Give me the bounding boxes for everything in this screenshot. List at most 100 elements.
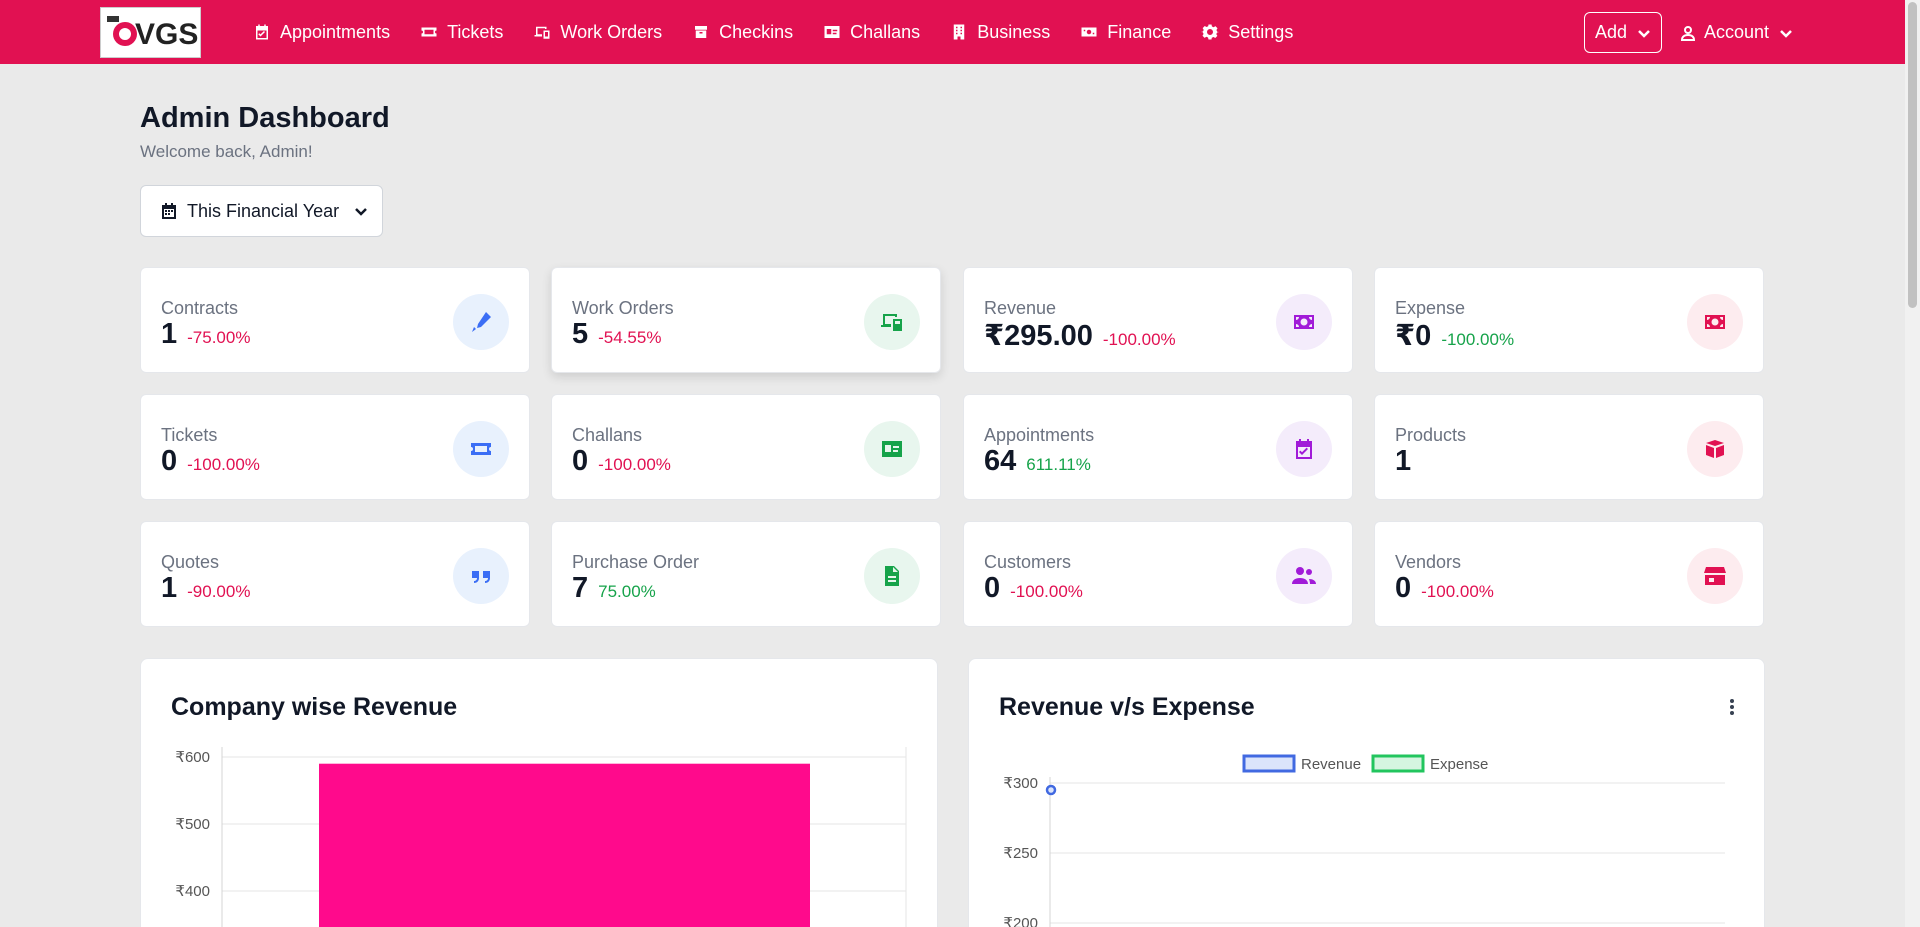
stat-value: ₹295.00 (984, 320, 1093, 352)
stat-card-work-orders[interactable]: Work Orders 5 -54.55% (551, 267, 941, 373)
revenue-bar[interactable] (319, 763, 810, 927)
legend-swatch-revenue[interactable] (1242, 754, 1296, 773)
id-card-icon (824, 26, 840, 38)
stat-label: Expense (1395, 298, 1466, 318)
stat-label: Contracts (161, 298, 239, 318)
main-nav: Appointments Tickets Work Orders Checkin… (253, 0, 1323, 64)
box-icon (695, 26, 708, 38)
legend-swatch-expense[interactable] (1371, 754, 1425, 773)
stat-value: 64 (984, 445, 1017, 477)
nav-label: Finance (1107, 21, 1172, 42)
stat-change: -90.00% (187, 582, 251, 601)
stat-label: Challans (572, 425, 643, 445)
stat-change: -100.00% (1102, 330, 1176, 349)
company-revenue-panel: Company wise Revenue ₹600 ₹500 ₹400 (140, 658, 938, 927)
nav-tickets[interactable]: Tickets (420, 22, 503, 43)
period-label: This Financial Year (187, 200, 340, 221)
top-navbar: VGS Appointments Tickets Work Orders Che… (0, 0, 1905, 64)
ticket-icon (453, 421, 509, 477)
nav-label: Checkins (719, 21, 794, 42)
gear-icon (1201, 24, 1220, 40)
legend-label-expense: Expense (1430, 756, 1488, 773)
stat-card-purchase-order[interactable]: Purchase Order 7 75.00% (551, 521, 941, 627)
stat-change: -100.00% (187, 455, 260, 474)
stat-label: Appointments (984, 425, 1095, 445)
stat-change: -75.00% (187, 328, 251, 347)
stat-value: 0 (572, 445, 589, 477)
devices-icon (534, 26, 550, 39)
stat-label: Revenue (984, 298, 1057, 318)
y-tick-label: ₹500 (175, 816, 210, 833)
company-revenue-chart: ₹600 ₹500 ₹400 (175, 747, 907, 927)
account-menu[interactable]: Account (1680, 12, 1793, 53)
nav-finance[interactable]: Finance (1080, 22, 1171, 43)
nav-checkins[interactable]: Checkins (692, 22, 793, 43)
stat-value: 0 (984, 572, 1001, 604)
period-filter-dropdown[interactable]: This Financial Year (140, 185, 383, 237)
stat-card-quotes[interactable]: Quotes 1 -90.00% (140, 521, 530, 627)
stat-change: -54.55% (598, 328, 662, 347)
y-tick-label: ₹250 (1003, 845, 1038, 862)
stat-change: -100.00% (598, 455, 671, 474)
devices-icon (864, 294, 920, 350)
calendar-check-icon (1276, 421, 1332, 477)
stat-value: ₹0 (1395, 320, 1432, 352)
stat-label: Work Orders (572, 298, 674, 318)
nav-label: Tickets (447, 21, 504, 42)
file-icon (864, 548, 920, 604)
stat-change: 611.11% (1026, 455, 1091, 474)
logo-text: VGS (135, 18, 198, 51)
company-logo[interactable]: VGS (100, 7, 201, 58)
stat-card-expense[interactable]: Expense ₹0 -100.00% (1374, 267, 1764, 373)
nav-label: Work Orders (560, 21, 663, 42)
money-icon (1081, 27, 1097, 37)
chevron-down-icon (1780, 29, 1792, 38)
nav-business[interactable]: Business (950, 22, 1050, 43)
user-icon (1680, 25, 1696, 41)
ticket-icon (421, 27, 437, 37)
scrollbar-thumb[interactable] (1908, 2, 1917, 308)
stat-change: -100.00% (1421, 582, 1494, 601)
nav-work-orders[interactable]: Work Orders (533, 22, 662, 43)
stat-card-challans[interactable]: Challans 0 -100.00% (551, 394, 941, 500)
stat-card-revenue[interactable]: Revenue ₹295.00 -100.00% (963, 267, 1353, 373)
add-dropdown-button[interactable]: Add (1584, 12, 1662, 53)
logo-image: VGS (107, 16, 198, 51)
nav-challans[interactable]: Challans (823, 22, 920, 43)
nav-appointments[interactable]: Appointments (253, 22, 390, 43)
quote-icon (453, 548, 509, 604)
page-scrollbar[interactable] (1905, 0, 1920, 927)
revenue-vs-expense-panel: Revenue v/s Expense Revenue Expense ₹300… (968, 658, 1765, 927)
stat-value: 7 (572, 572, 589, 604)
stat-label: Quotes (161, 552, 220, 572)
money-bill-icon (1687, 294, 1743, 350)
stat-change: -100.00% (1441, 330, 1515, 349)
nav-label: Settings (1228, 21, 1294, 42)
stat-card-tickets[interactable]: Tickets 0 -100.00% (140, 394, 530, 500)
calendar-icon (162, 203, 176, 219)
stat-label: Purchase Order (572, 552, 700, 572)
y-tick-label: ₹200 (1003, 915, 1038, 927)
stat-card-products[interactable]: Products 1 (1374, 394, 1764, 500)
page-title: Admin Dashboard (140, 102, 390, 134)
stat-value: 5 (572, 318, 589, 350)
revenue-vs-expense-chart: Revenue Expense ₹300 ₹250 ₹200 (1003, 754, 1725, 927)
store-icon (1687, 548, 1743, 604)
id-card-icon (864, 421, 920, 477)
box-open-icon (1687, 421, 1743, 477)
pen-icon (453, 294, 509, 350)
y-tick-label: ₹600 (175, 749, 210, 766)
stat-change: 75.00% (598, 582, 656, 601)
stat-label: Products (1395, 425, 1467, 445)
nav-label: Appointments (280, 21, 391, 42)
stat-card-customers[interactable]: Customers 0 -100.00% (963, 521, 1353, 627)
nav-settings[interactable]: Settings (1201, 22, 1293, 43)
stat-card-vendors[interactable]: Vendors 0 -100.00% (1374, 521, 1764, 627)
stat-card-contracts[interactable]: Contracts 1 -75.00% (140, 267, 530, 373)
account-label: Account (1704, 22, 1770, 42)
chevron-down-icon (1638, 29, 1650, 38)
revenue-data-point[interactable] (1045, 784, 1057, 796)
chevron-down-icon (355, 208, 367, 216)
stat-card-appointments[interactable]: Appointments 64 611.11% (963, 394, 1353, 500)
page-subtitle: Welcome back, Admin! (140, 142, 313, 161)
